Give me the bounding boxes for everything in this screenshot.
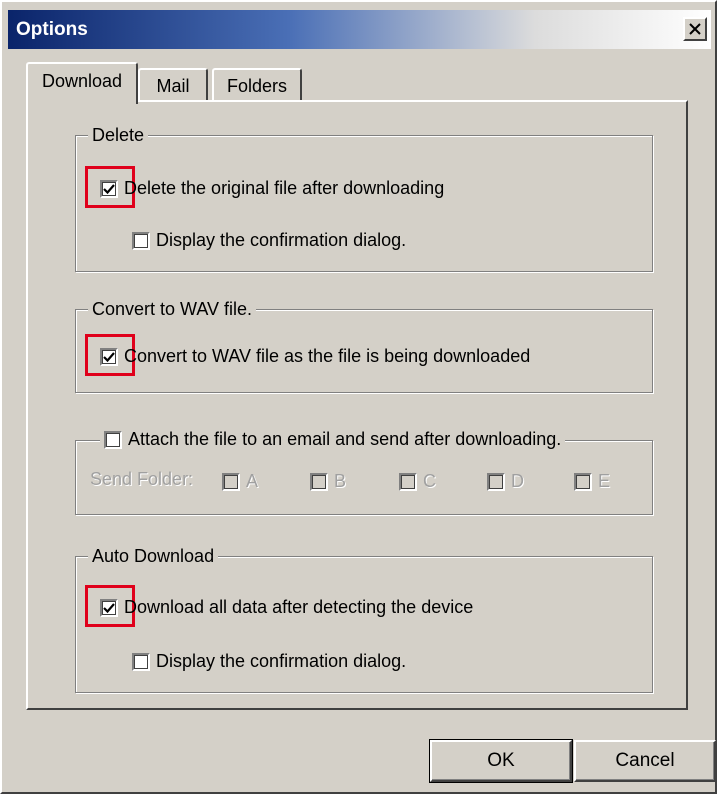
tab-download[interactable]: Download: [26, 62, 138, 104]
delete-confirm-checkbox[interactable]: Display the confirmation dialog.: [132, 230, 406, 251]
auto-download-group: Auto Download Download all data after de…: [75, 545, 653, 693]
send-folder-row: Send Folder:: [90, 469, 193, 490]
checkbox-box[interactable]: [132, 231, 150, 250]
auto-confirm-checkbox[interactable]: Display the confirmation dialog.: [132, 651, 406, 672]
convert-wav-checkbox[interactable]: Convert to WAV file as the file is being…: [100, 346, 530, 367]
checkbox-box[interactable]: [487, 472, 505, 491]
tab-mail[interactable]: Mail: [138, 68, 208, 102]
checkbox-box[interactable]: [132, 652, 150, 671]
folder-b-checkbox[interactable]: B: [310, 471, 346, 492]
folder-b-label: B: [334, 471, 347, 491]
tab-folders-label: Folders: [226, 75, 288, 96]
tab-download-label: Download: [41, 70, 123, 91]
close-button[interactable]: [683, 17, 707, 41]
checkbox-box[interactable]: [104, 430, 122, 449]
auto-confirm-label: Display the confirmation dialog.: [156, 651, 407, 671]
attach-group: Attach the file to an email and send aft…: [75, 429, 653, 515]
folder-c-label: C: [423, 471, 436, 491]
close-icon: [689, 23, 701, 35]
checkbox-box[interactable]: [222, 472, 240, 491]
folder-d-checkbox[interactable]: D: [487, 471, 524, 492]
delete-original-checkbox[interactable]: Delete the original file after downloadi…: [100, 178, 444, 199]
delete-group: Delete Delete the original file after do…: [75, 124, 653, 272]
check-icon: [103, 183, 115, 194]
tab-folders[interactable]: Folders: [212, 68, 302, 102]
tab-mail-label: Mail: [156, 75, 190, 96]
folder-d-label: D: [511, 471, 524, 491]
folder-e-checkbox[interactable]: E: [574, 471, 610, 492]
convert-group: Convert to WAV file. Convert to WAV file…: [75, 298, 653, 393]
delete-original-label: Delete the original file after downloadi…: [124, 178, 445, 198]
attach-email-label: Attach the file to an email and send aft…: [128, 429, 562, 449]
convert-group-legend: Convert to WAV file.: [88, 298, 257, 320]
checkbox-box[interactable]: [100, 179, 118, 198]
download-all-label: Download all data after detecting the de…: [124, 597, 474, 617]
ok-button[interactable]: OK: [429, 739, 573, 783]
cancel-button[interactable]: Cancel: [574, 740, 716, 782]
attach-email-checkbox[interactable]: Attach the file to an email and send aft…: [100, 429, 566, 450]
check-icon: [103, 602, 115, 613]
delete-confirm-label: Display the confirmation dialog.: [156, 230, 407, 250]
folder-a-checkbox[interactable]: A: [222, 471, 258, 492]
checkbox-box[interactable]: [574, 472, 592, 491]
auto-download-legend: Auto Download: [88, 545, 219, 567]
send-folder-label: Send Folder:: [90, 469, 194, 489]
options-dialog: Options Download Mail Folders Delete Del…: [0, 0, 717, 794]
download-all-checkbox[interactable]: Download all data after detecting the de…: [100, 597, 473, 618]
checkbox-box[interactable]: [399, 472, 417, 491]
convert-wav-label: Convert to WAV file as the file is being…: [124, 346, 531, 366]
delete-group-legend: Delete: [88, 124, 149, 146]
check-icon: [103, 351, 115, 362]
checkbox-box[interactable]: [100, 347, 118, 366]
tab-panel-download: Delete Delete the original file after do…: [26, 100, 688, 710]
folder-a-label: A: [246, 471, 259, 491]
checkbox-box[interactable]: [100, 598, 118, 617]
folder-c-checkbox[interactable]: C: [399, 471, 436, 492]
folder-e-label: E: [598, 471, 611, 491]
checkbox-box[interactable]: [310, 472, 328, 491]
title-bar: Options: [8, 10, 711, 49]
dialog-title: Options: [16, 19, 88, 40]
